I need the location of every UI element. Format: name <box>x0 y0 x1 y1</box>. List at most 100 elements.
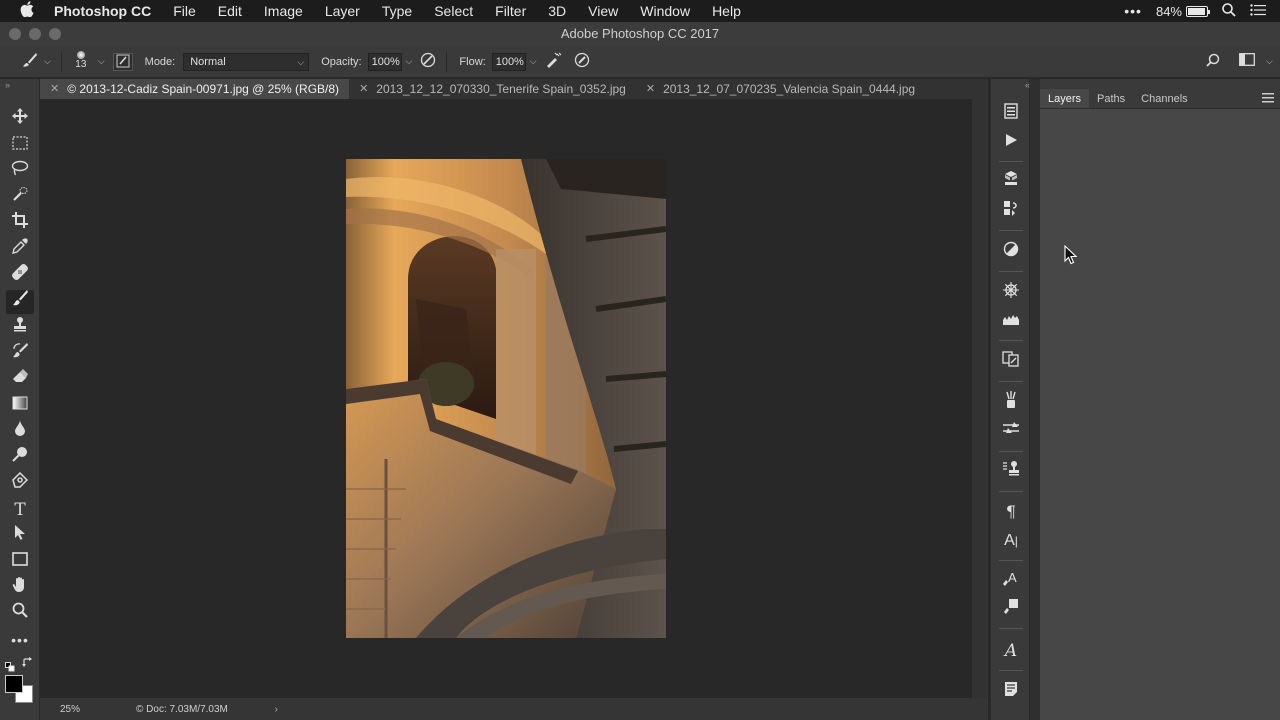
paragraph-styles-panel-icon[interactable] <box>991 598 1031 622</box>
brush-tool-preset-icon[interactable] <box>20 52 40 72</box>
crop-icon[interactable] <box>6 212 34 236</box>
tab-document-cadiz[interactable]: ✕ © 2013-12-Cadiz Spain-00971.jpg @ 25% … <box>40 79 350 99</box>
menu-filter[interactable]: Filter <box>484 3 537 19</box>
more-dots-icon[interactable]: ••• <box>1124 3 1142 19</box>
character-styles-panel-icon[interactable]: A <box>991 570 1031 594</box>
notes-panel-icon[interactable] <box>991 681 1031 705</box>
panel-resize-gutter[interactable] <box>1030 79 1040 720</box>
search-icon[interactable] <box>1204 53 1222 71</box>
menu-layer[interactable]: Layer <box>314 3 371 19</box>
menu-image[interactable]: Image <box>253 3 314 19</box>
path-selection-icon[interactable] <box>6 524 34 548</box>
rectangle-shape-icon[interactable] <box>6 550 34 574</box>
healing-brush-icon[interactable] <box>6 264 34 288</box>
pressure-opacity-icon[interactable] <box>416 52 440 72</box>
menu-help[interactable]: Help <box>701 3 752 19</box>
document-canvas[interactable] <box>40 99 972 698</box>
mouse-pointer-icon <box>1064 244 1078 265</box>
menu-view[interactable]: View <box>577 3 629 19</box>
blur-drop-icon[interactable] <box>6 420 34 444</box>
close-window-button[interactable] <box>9 28 21 40</box>
chevron-down-icon[interactable]: ⌵ <box>94 56 109 67</box>
brush-presets-panel-icon[interactable] <box>991 391 1031 415</box>
menu-type[interactable]: Type <box>371 3 423 19</box>
pen-tool-icon[interactable] <box>6 471 34 496</box>
menu-select[interactable]: Select <box>423 3 484 19</box>
opacity-label: Opacity: <box>321 55 362 68</box>
hand-tool-icon[interactable] <box>6 576 34 600</box>
clone-stamp-icon[interactable] <box>6 316 34 340</box>
history-brush-icon[interactable] <box>6 342 34 366</box>
swap-colors-icon[interactable] <box>22 657 34 669</box>
foreground-color-swatch[interactable] <box>5 675 23 693</box>
tab-channels[interactable]: Channels <box>1133 89 1195 108</box>
spotlight-search-icon[interactable] <box>1222 2 1236 20</box>
brush-settings-panel-icon[interactable] <box>991 420 1031 444</box>
menu-3d[interactable]: 3D <box>537 3 577 19</box>
histogram-panel-icon[interactable] <box>991 310 1031 334</box>
tab-layers[interactable]: Layers <box>1040 89 1090 108</box>
apple-icon[interactable] <box>0 1 54 21</box>
vertical-scrollbar[interactable] <box>972 99 988 698</box>
eraser-icon[interactable] <box>6 368 34 392</box>
panel-menu-icon[interactable] <box>1262 92 1274 106</box>
flow-input[interactable]: 100% <box>491 52 526 71</box>
paragraph-panel-icon[interactable]: ¶ <box>991 500 1031 524</box>
close-icon[interactable]: ✕ <box>50 79 59 99</box>
history-panel-icon[interactable] <box>991 103 1031 127</box>
tool-presets-panel-icon[interactable] <box>991 460 1031 484</box>
battery-icon[interactable] <box>1186 5 1210 17</box>
opacity-slider-dropdown[interactable]: ⌵ <box>402 56 417 67</box>
quick-selection-icon[interactable] <box>6 186 34 210</box>
pressure-size-icon[interactable] <box>567 52 597 72</box>
tab-document-valencia[interactable]: ✕ 2013_12_07_070235_Valencia Spain_0444.… <box>636 79 925 99</box>
edit-toolbar-more-icon[interactable]: ••• <box>6 628 34 652</box>
mode-select[interactable]: Normal ⌵ <box>183 52 310 71</box>
minimize-window-button[interactable] <box>29 28 41 40</box>
timeline-panel-icon[interactable] <box>991 200 1031 224</box>
glyphs-panel-icon[interactable]: A <box>991 639 1031 663</box>
notification-list-icon[interactable] <box>1250 3 1266 19</box>
cathedral-photo[interactable] <box>346 159 666 638</box>
divider <box>999 628 1023 629</box>
navigator-wheel-icon[interactable] <box>991 282 1031 306</box>
dodge-icon[interactable] <box>6 446 34 470</box>
airbrush-icon[interactable] <box>541 52 567 72</box>
menu-window[interactable]: Window <box>629 3 701 19</box>
chevron-down-icon[interactable]: ⌵ <box>1262 56 1277 67</box>
brush-panel-toggle-icon[interactable] <box>112 52 133 71</box>
menu-edit[interactable]: Edit <box>207 3 253 19</box>
opacity-input[interactable]: 100% <box>367 52 402 71</box>
status-menu-arrow-icon[interactable]: › <box>275 704 278 715</box>
adjustments-panel-icon[interactable] <box>991 241 1031 265</box>
move-tool-icon[interactable] <box>6 108 34 132</box>
close-icon[interactable]: ✕ <box>359 79 368 99</box>
collapse-toolbar-icon[interactable]: » <box>5 80 10 90</box>
divider <box>999 271 1023 272</box>
document-size: Doc: 7.03M/7.03M <box>146 703 228 715</box>
menu-app-name[interactable]: Photoshop CC <box>54 3 162 19</box>
lasso-icon[interactable] <box>6 160 34 184</box>
zoom-level[interactable]: 25% <box>40 704 100 715</box>
clone-source-panel-icon[interactable] <box>991 351 1031 375</box>
menu-file[interactable]: File <box>162 3 207 19</box>
rectangular-marquee-icon[interactable] <box>6 134 34 158</box>
3d-panel-icon[interactable] <box>991 170 1031 194</box>
zoom-tool-icon[interactable] <box>6 602 34 626</box>
eyedropper-icon[interactable] <box>6 238 34 262</box>
chevron-down-icon[interactable]: ⌵ <box>40 56 55 67</box>
workspace-switcher-icon[interactable] <box>1238 53 1256 70</box>
gradient-icon[interactable] <box>6 394 34 418</box>
default-colors-icon[interactable] <box>5 659 15 672</box>
type-tool-icon[interactable]: T <box>6 498 34 522</box>
tab-paths[interactable]: Paths <box>1089 89 1133 108</box>
flow-slider-dropdown[interactable]: ⌵ <box>526 56 541 67</box>
brush-tool-icon[interactable] <box>6 290 34 314</box>
close-icon[interactable]: ✕ <box>646 79 655 99</box>
tab-document-tenerife[interactable]: ✕ 2013_12_12_070330_Tenerife Spain_0352.… <box>349 79 636 99</box>
brush-size-picker[interactable]: 13 <box>68 48 94 76</box>
actions-play-icon[interactable] <box>991 131 1031 155</box>
character-panel-icon[interactable]: A| <box>991 529 1031 553</box>
zoom-window-button[interactable] <box>49 28 61 40</box>
document-info[interactable]: © Doc: 7.03M/7.03M <box>136 704 228 715</box>
